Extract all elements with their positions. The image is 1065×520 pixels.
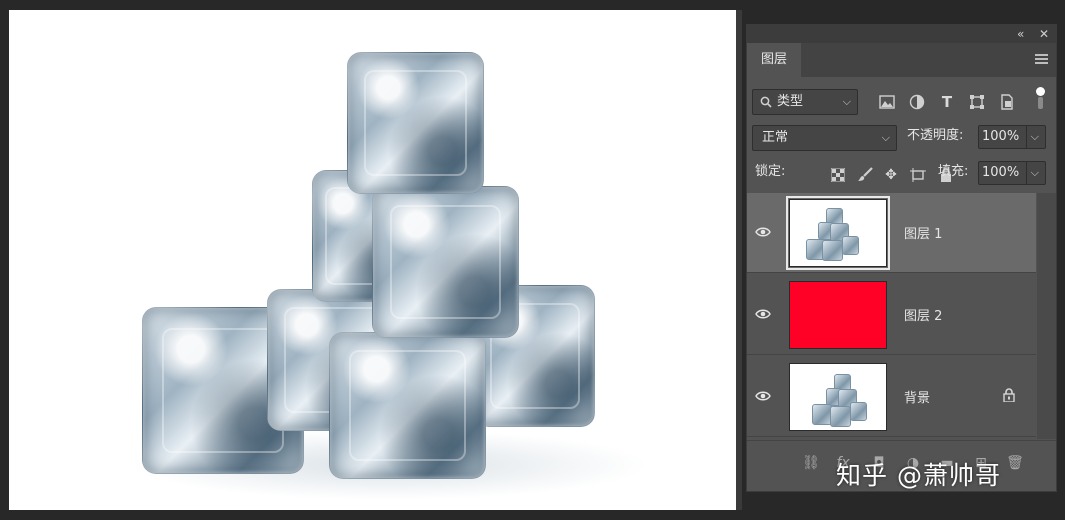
layer-thumbnail-ice-cubes[interactable] — [786, 196, 890, 270]
lock-image-pixels-brush-icon[interactable] — [855, 165, 875, 185]
layer-name[interactable]: 背景 — [904, 387, 930, 406]
ice-cube-middle-right — [372, 186, 519, 338]
layer-row-layer1[interactable]: 图层 1 — [747, 193, 1036, 273]
ice-cube-top — [347, 52, 484, 194]
layer-row-background[interactable]: 背景 — [747, 357, 1036, 437]
panel-menu-icon[interactable] — [1035, 54, 1048, 65]
panel-title-bar: « ✕ — [747, 25, 1056, 43]
lock-icon[interactable] — [1003, 387, 1017, 403]
opacity-value: 100% — [982, 129, 1020, 144]
layer-name[interactable]: 图层 1 — [904, 223, 942, 242]
lock-label: 锁定: — [755, 164, 786, 179]
chevron-down-icon: ⌵ — [881, 131, 890, 144]
collapse-panel-icon[interactable]: « — [1017, 26, 1024, 42]
chevron-down-icon[interactable]: ⌵ — [1025, 126, 1039, 148]
layer-row-layer2[interactable]: 图层 2 — [747, 275, 1036, 355]
chevron-down-icon[interactable]: ⌵ — [1025, 162, 1039, 184]
lock-artboard-icon[interactable] — [908, 165, 928, 185]
layers-panel: « ✕ 图层 类型 ⌵ T 正常 ⌵ 不透明度: 100% ⌵ 锁定: ✥ 填充… — [746, 24, 1057, 492]
link-layers-icon[interactable]: ⛓ — [801, 453, 821, 473]
opacity-label: 不透明度: — [907, 128, 964, 143]
chevron-down-icon: ⌵ — [842, 95, 851, 108]
lock-transparent-pixels-icon[interactable] — [828, 165, 848, 185]
close-panel-icon[interactable]: ✕ — [1039, 26, 1049, 42]
fill-value: 100% — [982, 165, 1020, 180]
tab-layers[interactable]: 图层 — [747, 43, 801, 77]
adjustment-filter-icon[interactable] — [906, 91, 928, 113]
blend-mode-select[interactable]: 正常 ⌵ — [752, 125, 897, 151]
layer-thumbnail-solid-red[interactable] — [789, 281, 887, 349]
layer-filter-select[interactable]: 类型 ⌵ — [752, 89, 858, 115]
filter-toggle-icon[interactable] — [1036, 87, 1046, 113]
image-filter-icon[interactable] — [876, 91, 898, 113]
panel-tab-row: 图层 — [747, 43, 1056, 77]
shape-filter-icon[interactable] — [966, 91, 988, 113]
layer-thumbnail-ice-cubes[interactable] — [789, 363, 887, 431]
opacity-input[interactable]: 100% ⌵ — [978, 125, 1046, 149]
search-icon — [760, 90, 772, 123]
blend-mode-value: 正常 — [762, 130, 789, 145]
canvas-edge — [736, 10, 742, 510]
layer-name[interactable]: 图层 2 — [904, 305, 942, 324]
filter-type-label: 类型 — [777, 94, 804, 109]
fill-label: 填充: — [938, 164, 969, 179]
visibility-eye-icon[interactable] — [755, 387, 777, 403]
lock-position-move-icon[interactable]: ✥ — [881, 165, 901, 185]
delete-layer-icon[interactable]: 🗑 — [1005, 453, 1025, 473]
watermark-text: 知乎 @萧帅哥 — [836, 461, 1001, 490]
smart-object-filter-icon[interactable] — [996, 91, 1018, 113]
fill-input[interactable]: 100% ⌵ — [978, 161, 1046, 185]
visibility-eye-icon[interactable] — [755, 223, 777, 239]
ice-cube-front-center — [329, 332, 486, 479]
layers-scrollbar[interactable] — [1037, 193, 1056, 439]
document-canvas[interactable] — [9, 10, 736, 510]
visibility-eye-icon[interactable] — [755, 305, 777, 321]
type-filter-icon[interactable]: T — [936, 91, 958, 113]
